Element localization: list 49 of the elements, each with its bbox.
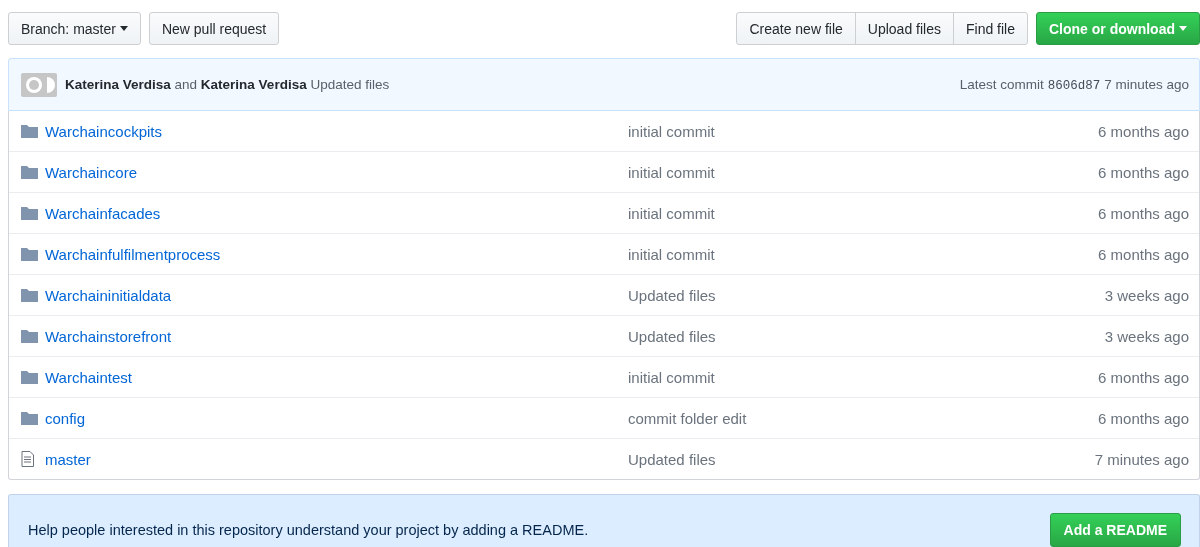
file-name-link[interactable]: Warchaincore (45, 163, 137, 181)
file-name-link[interactable]: Warchainstorefront (45, 327, 172, 345)
file-name-link[interactable]: Warchainfulfilmentprocess (45, 245, 221, 263)
commit-age: 6 months ago (1098, 368, 1189, 386)
commit-message: commit folder edit (628, 409, 747, 427)
file-name-link[interactable]: master (45, 450, 91, 468)
file-action-button[interactable]: Create new file (736, 12, 856, 45)
folder-icon (21, 124, 38, 138)
commit-message: initial commit (628, 122, 715, 140)
latest-commit-label: Latest commit (959, 76, 1044, 92)
folder-icon (21, 411, 38, 425)
avatar-icon (21, 72, 57, 97)
file-name-link[interactable]: Warchaintest (45, 368, 132, 386)
commit-age: 3 weeks ago (1104, 286, 1189, 304)
file-action-button[interactable]: Upload files (854, 12, 954, 45)
caret-icon (1179, 26, 1187, 31)
folder-icon (21, 370, 38, 384)
commit-age: 6 months ago (1098, 409, 1189, 427)
commit-age: 6 months ago (1098, 245, 1189, 263)
commit-message: Updated files (628, 327, 716, 345)
folder-icon (21, 329, 38, 343)
commit-age: 6 months ago (1098, 122, 1189, 140)
file-action-button[interactable]: Find file (952, 12, 1028, 45)
commit-message: initial commit (628, 245, 715, 263)
caret-icon (119, 26, 128, 31)
folder-icon (21, 206, 38, 220)
branch-button[interactable]: Branch: master (8, 12, 141, 45)
file-name-link[interactable]: config (45, 409, 86, 427)
commit-age: 7 minutes ago (1094, 450, 1189, 468)
commit-sha[interactable]: 8606d87 (1047, 78, 1101, 93)
commit-age: 6 months ago (1098, 204, 1189, 222)
commit-age: 7 minutes ago (1104, 76, 1189, 92)
commit-message: initial commit (628, 368, 715, 386)
commit-message: initial commit (628, 204, 715, 222)
file-name-link[interactable]: Warchaininitialdata (45, 286, 172, 304)
readme-hint: Help people interested in this repository understand your project by adding a README. (28, 522, 589, 538)
file-name-link[interactable]: Warchaincockpits (45, 122, 162, 140)
file-name-link[interactable]: Warchainfacades (45, 204, 161, 222)
commit-message: Updated files (628, 286, 716, 304)
commit-message: Updated files (628, 450, 716, 468)
folder-icon (21, 165, 38, 179)
file-icon (21, 451, 34, 467)
new-pull-request-button[interactable]: New pull request (148, 12, 280, 45)
folder-icon (21, 247, 38, 261)
commit-age: 3 weeks ago (1104, 327, 1189, 345)
commit-message: initial commit (628, 163, 715, 181)
folder-icon (21, 288, 38, 302)
commit-message: Katerina Verdisa and Katerina Verdisa Updated files (65, 77, 390, 92)
commit-age: 6 months ago (1098, 163, 1189, 181)
